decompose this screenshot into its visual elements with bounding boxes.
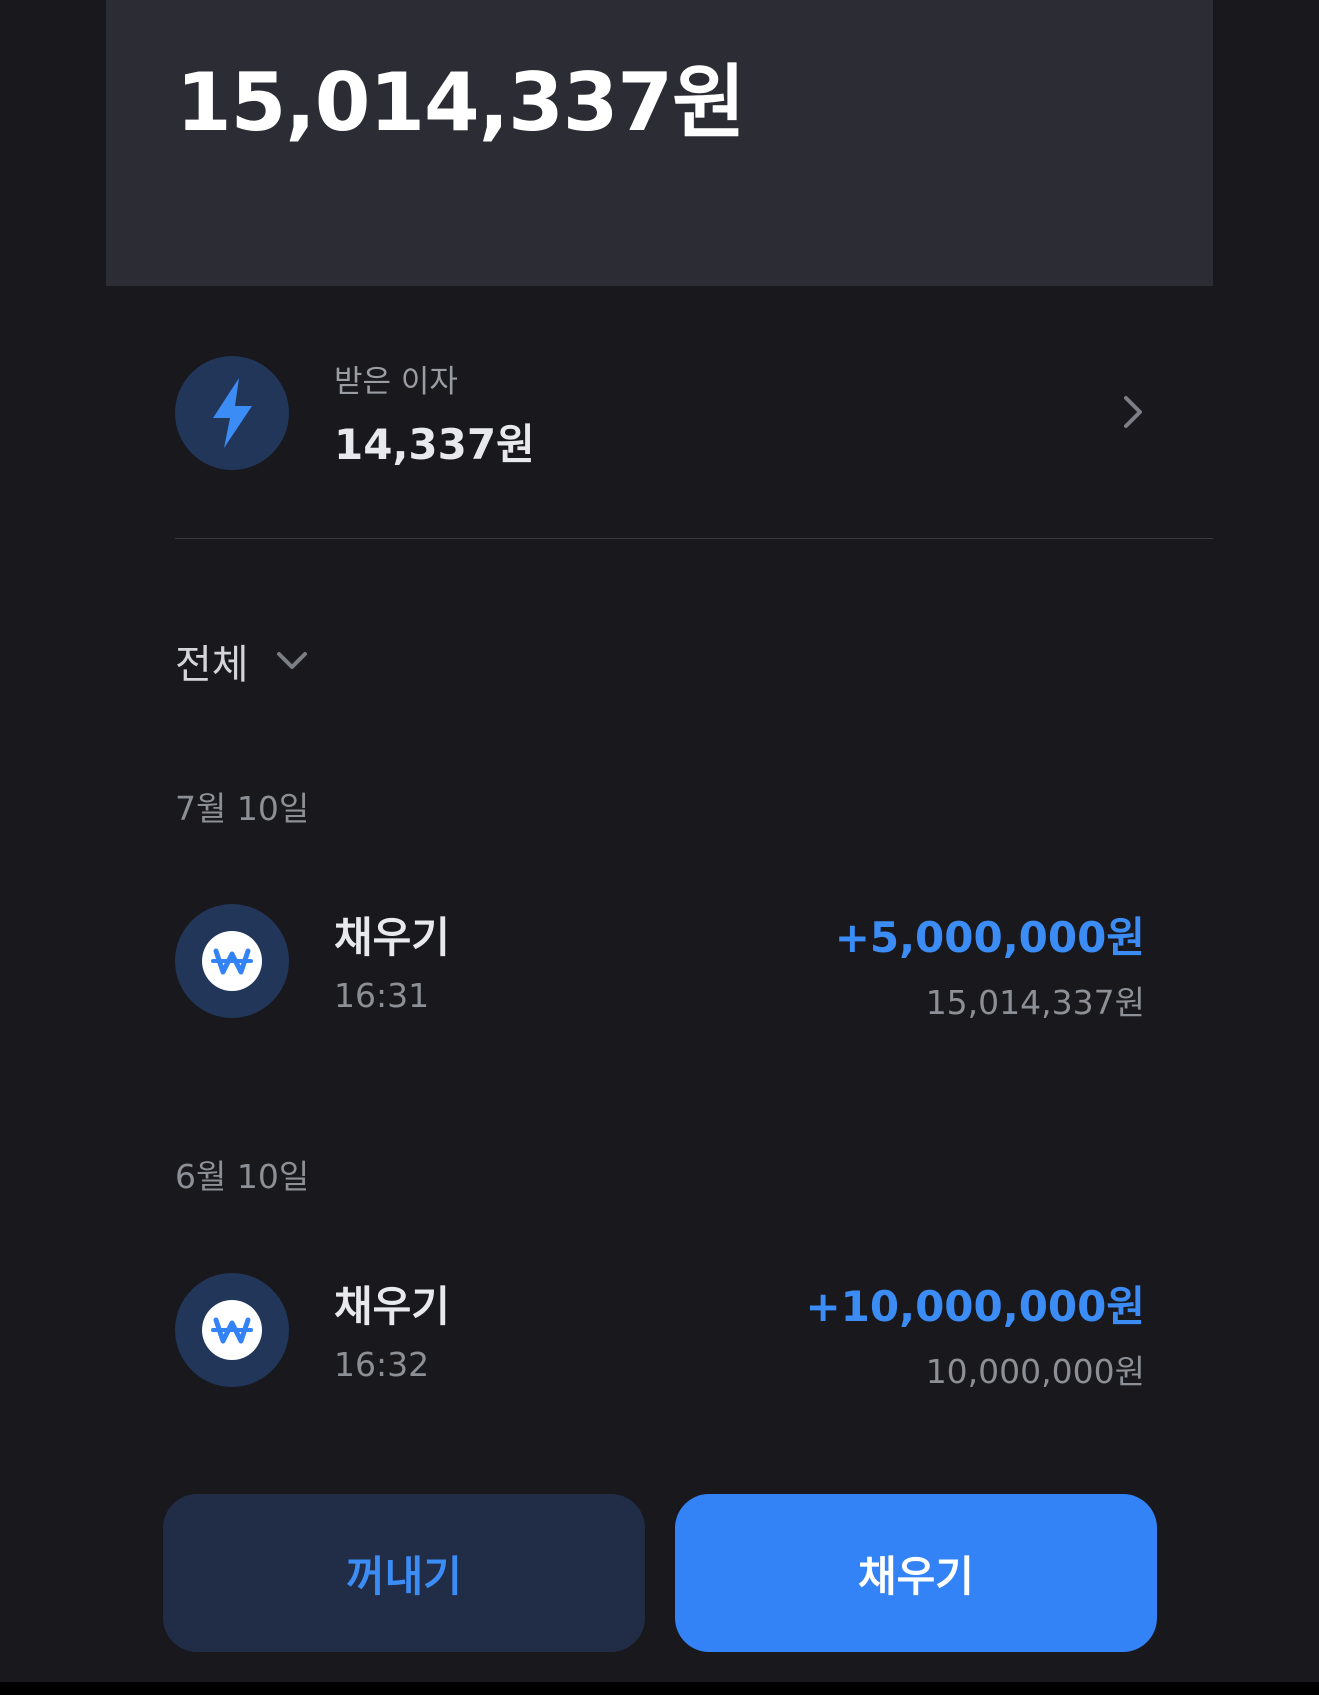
transaction-balance: 15,014,337원 — [925, 983, 1145, 1022]
won-icon — [175, 904, 289, 1018]
bottom-edge — [0, 1682, 1319, 1695]
transaction-amount: +10,000,000원 — [805, 1282, 1145, 1331]
transaction-balance: 10,000,000원 — [925, 1352, 1145, 1391]
deposit-button[interactable]: 채우기 — [675, 1494, 1157, 1652]
balance-amount: 15,014,337원 — [176, 56, 746, 149]
filter-label: 전체 — [175, 642, 249, 688]
date-header: 6월 10일 — [175, 1157, 310, 1196]
transaction-title: 채우기 — [334, 913, 450, 962]
transaction-row[interactable]: 채우기 16:31 +5,000,000원 15,014,337원 — [175, 904, 1145, 1022]
transaction-amount: +5,000,000원 — [834, 913, 1145, 962]
filter-dropdown[interactable]: 전체 — [175, 632, 308, 688]
received-interest-row[interactable]: 받은 이자 14,337원 — [175, 356, 1145, 470]
lightning-icon — [175, 356, 289, 470]
transaction-time: 16:31 — [334, 976, 430, 1015]
won-icon — [175, 1273, 289, 1387]
balance-card: 15,014,337원 — [106, 0, 1213, 286]
divider — [175, 538, 1213, 539]
chevron-down-icon — [276, 652, 307, 669]
interest-label: 받은 이자 — [334, 364, 458, 400]
transaction-row[interactable]: 채우기 16:32 +10,000,000원 10,000,000원 — [175, 1273, 1145, 1391]
interest-value: 14,337원 — [334, 420, 535, 469]
transaction-time: 16:32 — [334, 1345, 430, 1384]
chevron-right-icon — [1124, 396, 1142, 428]
withdraw-button[interactable]: 꺼내기 — [163, 1494, 645, 1652]
transaction-title: 채우기 — [334, 1282, 450, 1331]
date-header: 7월 10일 — [175, 789, 310, 828]
